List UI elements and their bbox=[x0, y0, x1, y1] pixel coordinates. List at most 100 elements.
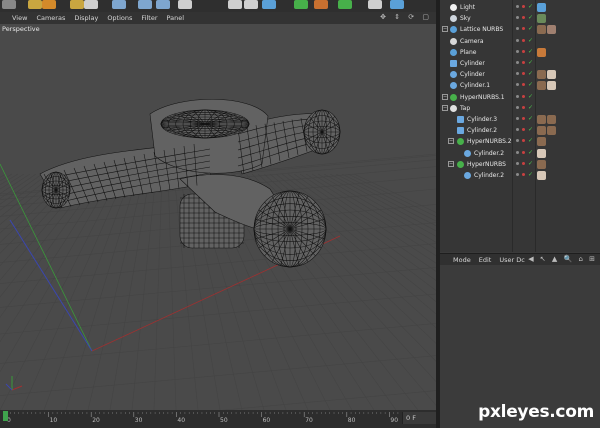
material-tag-icon[interactable] bbox=[537, 159, 546, 169]
expand-toggle[interactable]: − bbox=[448, 160, 454, 167]
x-axis-icon[interactable] bbox=[112, 0, 126, 9]
render-visibility-dot[interactable] bbox=[522, 161, 525, 165]
object-name[interactable]: Cylinder bbox=[460, 60, 485, 67]
material-tag-icon[interactable] bbox=[537, 115, 546, 124]
enabled-check-icon[interactable]: ✓ bbox=[528, 137, 533, 144]
perspective-viewport[interactable]: Perspective bbox=[0, 24, 436, 410]
menu-cameras[interactable]: Cameras bbox=[36, 14, 65, 22]
object-row[interactable]: − HyperNURBS ✓ bbox=[440, 159, 600, 170]
live-select-icon[interactable] bbox=[28, 0, 42, 9]
render-visibility-dot[interactable] bbox=[522, 5, 525, 8]
scale-icon[interactable] bbox=[70, 0, 84, 9]
object-name[interactable]: HyperNURBS.2 bbox=[467, 138, 512, 145]
menu-options[interactable]: Options bbox=[107, 14, 132, 22]
editor-visibility-dot[interactable] bbox=[516, 161, 519, 165]
editor-visibility-dot[interactable] bbox=[516, 38, 519, 42]
object-row[interactable]: Plane ✓ bbox=[440, 47, 600, 58]
render-visibility-dot[interactable] bbox=[522, 38, 525, 42]
material-tag-icon[interactable] bbox=[547, 70, 556, 80]
material-tag-icon[interactable] bbox=[537, 171, 546, 180]
expand-toggle[interactable]: − bbox=[442, 26, 448, 33]
object-name[interactable]: Cylinder.2 bbox=[474, 172, 504, 179]
editor-visibility-dot[interactable] bbox=[516, 128, 519, 132]
material-tag-icon[interactable] bbox=[537, 47, 546, 57]
object-row[interactable]: Cylinder ✓ bbox=[440, 69, 600, 80]
object-manager[interactable]: Light ✓ Sky ✓ − Lattice NURBS ✓ Camera ✓ Plane ✓ Cy… bbox=[440, 0, 600, 252]
expand-toggle[interactable]: − bbox=[448, 138, 454, 145]
enabled-check-icon[interactable]: ✓ bbox=[528, 37, 533, 44]
object-name[interactable]: Tap bbox=[460, 105, 470, 112]
render-visibility-dot[interactable] bbox=[522, 150, 525, 154]
editor-visibility-dot[interactable] bbox=[516, 72, 519, 76]
world-coord-icon[interactable] bbox=[178, 0, 192, 9]
render-visibility-dot[interactable] bbox=[522, 72, 525, 76]
object-row[interactable]: Sky ✓ bbox=[440, 13, 600, 24]
render-visibility-dot[interactable] bbox=[522, 94, 525, 98]
object-name[interactable]: Lattice NURBS bbox=[460, 26, 503, 33]
object-row[interactable]: − HyperNURBS.1 ✓ bbox=[440, 92, 600, 103]
editor-visibility-dot[interactable] bbox=[516, 27, 519, 31]
object-name[interactable]: HyperNURBS bbox=[467, 161, 506, 168]
pen-icon[interactable] bbox=[314, 0, 328, 9]
object-row[interactable]: − Tap ✓ bbox=[440, 103, 600, 114]
render-visibility-dot[interactable] bbox=[522, 83, 525, 87]
expand-toggle[interactable]: − bbox=[442, 104, 448, 111]
material-tag-icon[interactable] bbox=[547, 81, 556, 91]
object-row[interactable]: Cylinder.1 ✓ bbox=[440, 80, 600, 91]
render-visibility-dot[interactable] bbox=[522, 128, 525, 132]
material-tag-icon[interactable] bbox=[547, 126, 556, 136]
enabled-check-icon[interactable]: ✓ bbox=[528, 160, 533, 167]
camera-icon[interactable] bbox=[390, 0, 404, 9]
render-icon[interactable] bbox=[244, 0, 258, 9]
object-row[interactable]: Cylinder.2 ✓ bbox=[440, 170, 600, 181]
object-row[interactable]: Cylinder.3 ✓ bbox=[440, 114, 600, 125]
editor-visibility-dot[interactable] bbox=[516, 105, 519, 109]
menu-view[interactable]: View bbox=[12, 14, 27, 22]
render-settings-icon[interactable] bbox=[262, 0, 276, 9]
playhead[interactable] bbox=[3, 411, 8, 421]
timeline[interactable]: 0 10 20 30 40 50 60 70 80 90 0 F bbox=[0, 410, 436, 428]
material-tag-icon[interactable] bbox=[547, 115, 556, 124]
enabled-check-icon[interactable]: ✓ bbox=[528, 104, 533, 111]
menu-panel[interactable]: Panel bbox=[167, 14, 185, 22]
object-name[interactable]: Cylinder.3 bbox=[467, 116, 497, 123]
render-visibility-dot[interactable] bbox=[522, 105, 525, 109]
editor-visibility-dot[interactable] bbox=[516, 49, 519, 53]
object-row[interactable]: − Lattice NURBS ✓ bbox=[440, 24, 600, 35]
editor-visibility-dot[interactable] bbox=[516, 16, 519, 20]
material-tag-icon[interactable] bbox=[547, 25, 556, 35]
enabled-check-icon[interactable]: ✓ bbox=[528, 70, 533, 77]
current-frame-field[interactable]: 0 F bbox=[402, 412, 436, 424]
rotate-icon[interactable] bbox=[84, 0, 98, 9]
enabled-check-icon[interactable]: ✓ bbox=[528, 171, 533, 178]
object-name[interactable]: Light bbox=[460, 4, 475, 11]
viewport-navigation-icons[interactable]: ✥ ⇕ ⟳ ▢ bbox=[380, 13, 432, 21]
render-visibility-dot[interactable] bbox=[522, 61, 525, 64]
enabled-check-icon[interactable]: ✓ bbox=[528, 25, 533, 32]
object-name[interactable]: Cylinder.1 bbox=[460, 82, 490, 89]
object-name[interactable]: Cylinder.2 bbox=[467, 127, 497, 134]
editor-visibility-dot[interactable] bbox=[516, 83, 519, 87]
object-name[interactable]: Plane bbox=[460, 49, 476, 56]
render-visibility-dot[interactable] bbox=[522, 173, 525, 176]
object-name[interactable]: Sky bbox=[460, 15, 471, 22]
menu-display[interactable]: Display bbox=[74, 14, 98, 22]
material-tag-icon[interactable] bbox=[537, 70, 546, 80]
menu-user-data[interactable]: User Dc bbox=[499, 256, 524, 264]
object-row[interactable]: − HyperNURBS.2 ✓ bbox=[440, 136, 600, 147]
render-visibility-dot[interactable] bbox=[522, 16, 525, 20]
menu-mode[interactable]: Mode bbox=[453, 256, 471, 264]
object-row[interactable]: Cylinder.2 ✓ bbox=[440, 148, 600, 159]
editor-visibility-dot[interactable] bbox=[516, 94, 519, 98]
y-axis-icon[interactable] bbox=[138, 0, 152, 9]
object-row[interactable]: Cylinder ✓ bbox=[440, 58, 600, 69]
cube-icon[interactable] bbox=[294, 0, 308, 9]
undo-icon[interactable] bbox=[2, 0, 16, 9]
enabled-check-icon[interactable]: ✓ bbox=[528, 59, 533, 66]
render-visibility-dot[interactable] bbox=[522, 49, 525, 53]
attribute-toolbar-icons[interactable]: ◀ ↖ ▲ 🔍 ⌂ ⊞ bbox=[528, 255, 597, 263]
material-tag-icon[interactable] bbox=[537, 148, 546, 158]
timeline-ruler[interactable]: 0 10 20 30 40 50 60 70 80 90 bbox=[0, 410, 402, 428]
render-visibility-dot[interactable] bbox=[522, 117, 525, 120]
object-name[interactable]: HyperNURBS.1 bbox=[460, 94, 505, 101]
